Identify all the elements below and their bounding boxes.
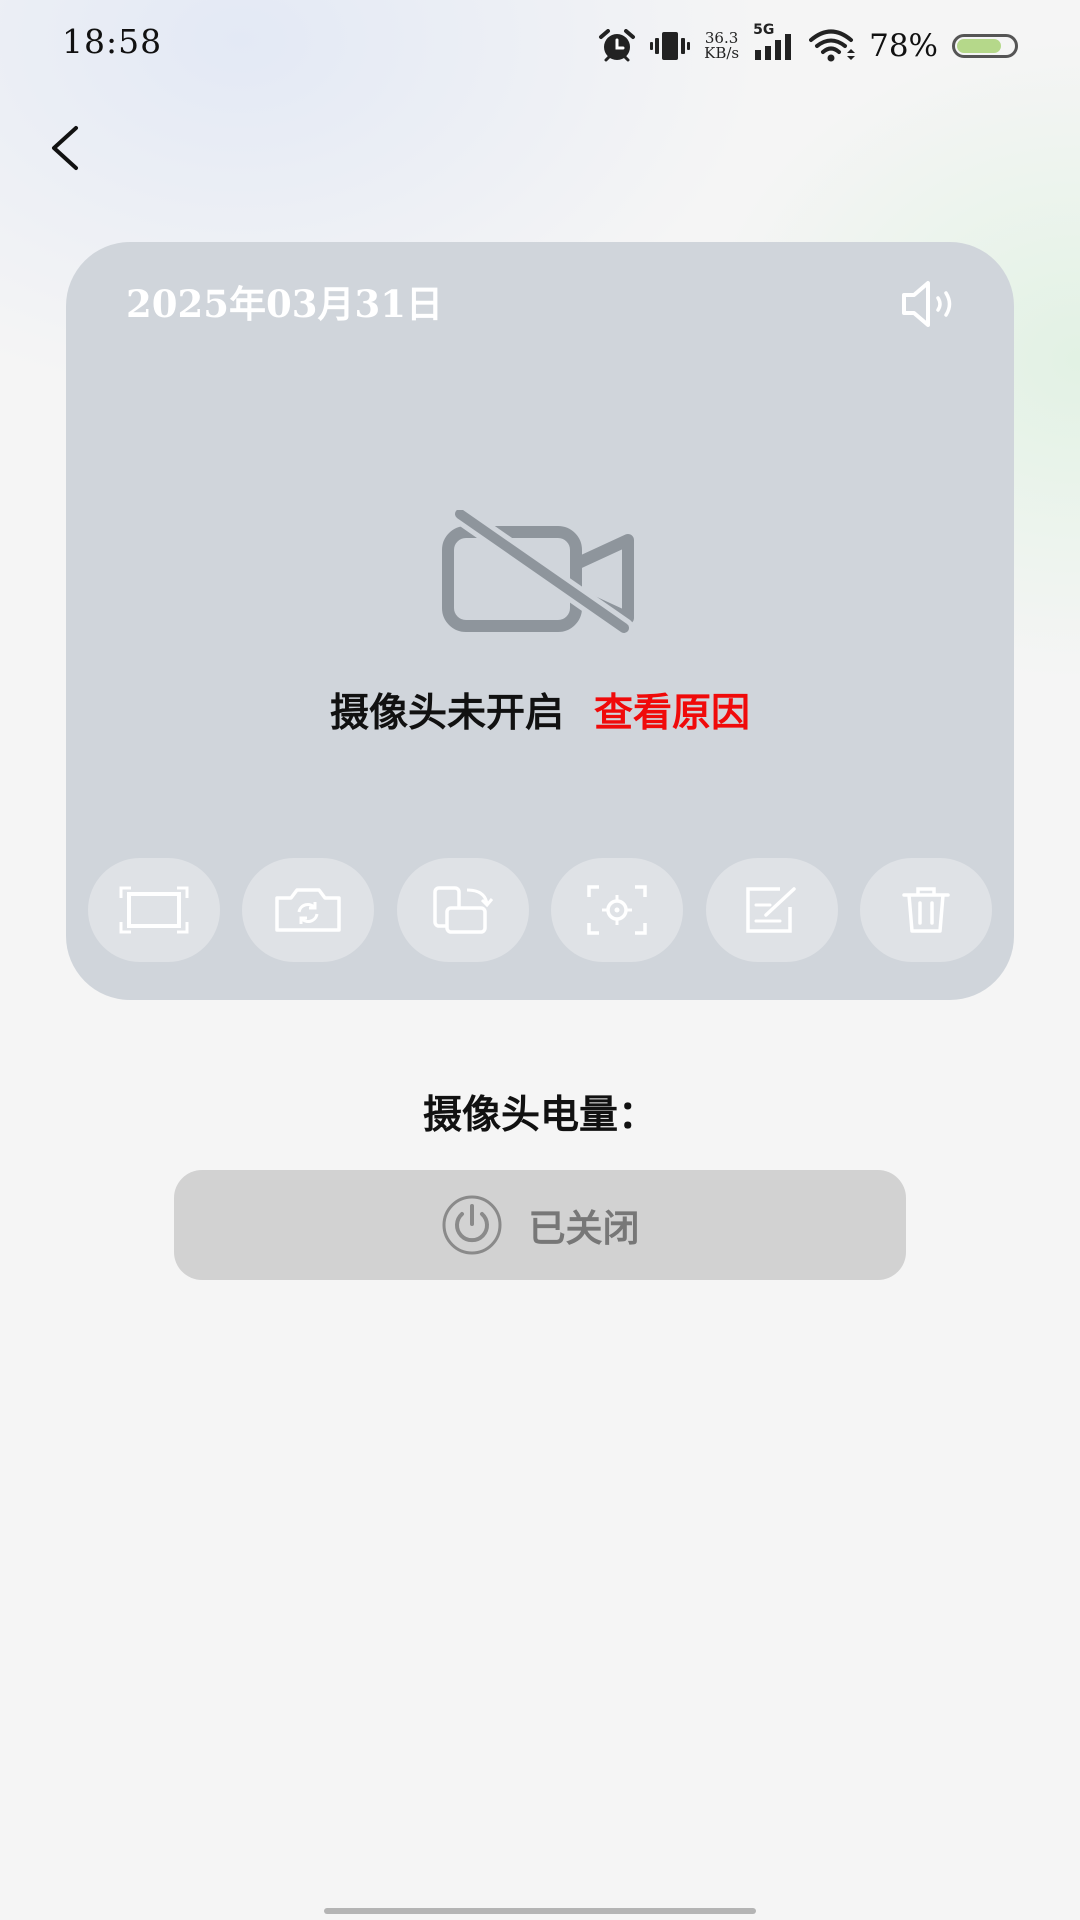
camera-flip-icon — [275, 888, 342, 932]
back-button[interactable] — [40, 118, 90, 178]
speaker-icon — [902, 281, 952, 327]
network-speed: 36.3 KB/s — [704, 31, 739, 61]
camera-preview-card: 2025年03月31日 摄像头未开启 查看原因 — [66, 242, 1014, 1000]
camera-status: 摄像头未开启 查看原因 — [66, 682, 1014, 738]
camera-battery-label: 摄像头电量： — [422, 1092, 657, 1138]
focus-button[interactable] — [551, 858, 684, 962]
fullscreen-button[interactable] — [88, 858, 220, 962]
flip-camera-button[interactable] — [242, 858, 375, 962]
battery-icon — [952, 34, 1018, 58]
home-indicator[interactable] — [324, 1908, 756, 1914]
focus-target-icon — [587, 885, 647, 935]
signal-icon: 5G — [753, 22, 795, 62]
vibrate-icon — [650, 30, 691, 62]
battery-percent: 78% — [869, 28, 938, 64]
camera-status-text: 摄像头未开启 — [329, 690, 564, 736]
trash-icon — [902, 887, 950, 933]
edit-icon — [745, 887, 796, 933]
camera-off-icon — [440, 504, 640, 644]
delete-button[interactable] — [859, 858, 992, 962]
camera-tool-row — [88, 858, 992, 962]
alarm-icon — [598, 29, 636, 63]
status-icons: 36.3 KB/s 5G 78% — [598, 22, 1018, 66]
power-toggle-button[interactable]: 已关闭 — [174, 1170, 906, 1280]
speaker-button[interactable] — [900, 278, 962, 330]
edit-button[interactable] — [705, 858, 838, 962]
rotate-screen-button[interactable] — [396, 858, 529, 962]
power-icon — [442, 1195, 501, 1255]
chevron-left-icon — [52, 126, 78, 170]
power-status-label: 已关闭 — [528, 1206, 640, 1250]
status-bar: 18:58 36.3 KB/s 5G 78% — [0, 0, 1080, 92]
status-time: 18:58 — [62, 22, 163, 61]
battery-fill — [957, 39, 1001, 53]
card-date: 2025年03月31日 — [126, 282, 443, 326]
wifi-icon — [809, 29, 856, 63]
network-type: 5G — [753, 22, 775, 38]
view-reason-link[interactable]: 查看原因 — [594, 690, 750, 736]
rotate-screen-icon — [433, 886, 493, 934]
fullscreen-icon — [119, 886, 189, 934]
network-speed-unit: KB/s — [704, 44, 740, 62]
